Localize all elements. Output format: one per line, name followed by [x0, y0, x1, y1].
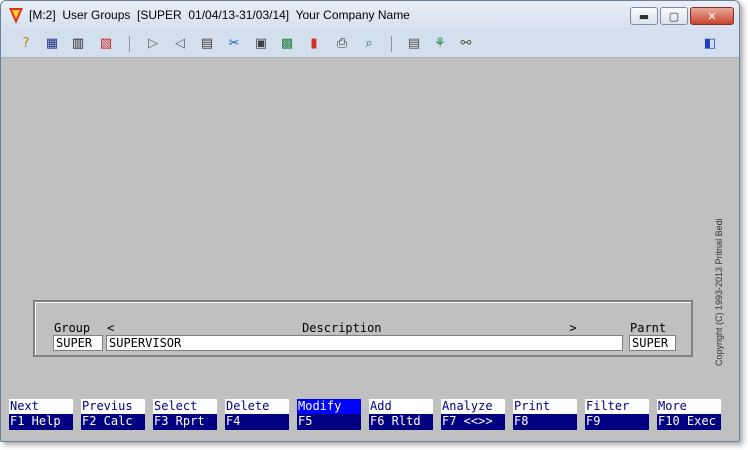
fkey-modify[interactable]: Modify F5 — [297, 399, 361, 431]
prev-arrow-icon[interactable]: ◁ — [171, 35, 189, 53]
fkey-action-label[interactable]: Analyze — [441, 399, 505, 414]
users-icon[interactable]: ⚯ — [457, 35, 475, 53]
fkey-action-label[interactable]: Select — [153, 399, 217, 414]
table-icon[interactable]: ▥ — [69, 35, 87, 53]
close-icon: ✕ — [707, 9, 717, 23]
next-arrow-icon[interactable]: ▷ — [144, 35, 162, 53]
copyright-text: Copyright (C) 1993-2013 Pritnal Bedi — [714, 218, 724, 366]
fkey-key-label[interactable]: F8 — [513, 414, 577, 430]
fkey-key-label[interactable]: F3 Rprt — [153, 414, 217, 430]
description-column-label: < Description > — [107, 321, 577, 335]
fkey-key-label[interactable]: F5 — [297, 414, 361, 430]
fkey-key-label[interactable]: F6 Rltd — [369, 414, 433, 430]
user-group-form: Group < Description > Parnt SUPER SUPERV… — [33, 300, 693, 357]
fkey-previus[interactable]: Previus F2 Calc — [81, 399, 145, 431]
fkey-delete[interactable]: Delete F4 — [225, 399, 289, 431]
parent-column-label: Parnt — [630, 321, 667, 335]
fkey-action-label[interactable]: Previus — [81, 399, 145, 414]
fkey-select[interactable]: Select F3 Rprt — [153, 399, 217, 431]
parent-field[interactable]: SUPER — [629, 335, 676, 351]
fkey-action-label[interactable]: Modify — [297, 399, 361, 414]
fkey-action-label[interactable]: Filter — [585, 399, 649, 414]
fkey-key-label[interactable]: F2 Calc — [81, 414, 145, 430]
fkey-key-label[interactable]: F1 Help — [9, 414, 73, 430]
bar-chart-icon[interactable]: ▮ — [305, 35, 323, 53]
title-bar[interactable]: [M:2] User Groups [SUPER 01/04/13-31/03/… — [1, 1, 739, 32]
settings-doc-icon[interactable]: ▤ — [198, 35, 216, 53]
fkey-add[interactable]: Add F6 Rltd — [369, 399, 433, 431]
minimize-icon: ▬ — [638, 9, 650, 23]
group-column-label: Group — [54, 321, 91, 335]
fkey-next[interactable]: Next F1 Help — [9, 399, 73, 431]
fkey-key-label[interactable]: F7 <<>> — [441, 414, 505, 430]
close-button[interactable]: ✕ — [690, 7, 734, 25]
printer-icon[interactable]: ⎙ — [333, 35, 351, 53]
grid-icon[interactable]: ▦ — [43, 35, 61, 53]
fkey-action-label[interactable]: Delete — [225, 399, 289, 414]
tree-icon[interactable]: ⚘ — [431, 35, 449, 53]
tools-icon[interactable]: ✂ — [225, 35, 243, 53]
chart-doc-icon[interactable]: ▧ — [97, 35, 115, 53]
window-title: [M:2] User Groups [SUPER 01/04/13-31/03/… — [29, 8, 410, 22]
function-key-bar: Next F1 Help Previus F2 Calc Select F3 Rprt De… — [7, 399, 731, 431]
description-field[interactable]: SUPERVISOR — [106, 335, 623, 351]
application-window: [M:2] User Groups [SUPER 01/04/13-31/03/… — [0, 0, 740, 442]
document-icon[interactable]: ▣ — [252, 35, 270, 53]
minimize-button[interactable]: ▬ — [630, 7, 658, 25]
fkey-key-label[interactable]: F10 Exec — [657, 414, 721, 430]
app-logo-icon — [9, 8, 23, 24]
fkey-action-label[interactable]: Add — [369, 399, 433, 414]
fkey-print[interactable]: Print F8 — [513, 399, 577, 431]
toolbar: ? ▦ ▥ ▧ ▷ ◁ ▤ ✂ ▣ ▩ ▮ ⎙ ⌕ ▤ ⚘ ⚯ ◧ — [1, 31, 739, 58]
clipboard-icon[interactable]: ▤ — [405, 35, 423, 53]
calculator-icon[interactable]: ▩ — [278, 35, 296, 53]
fkey-key-label[interactable]: F4 — [225, 414, 289, 430]
fkey-action-label[interactable]: More — [657, 399, 721, 414]
search-icon[interactable]: ⌕ — [360, 35, 378, 53]
exit-icon[interactable]: ◧ — [701, 35, 719, 53]
group-field[interactable]: SUPER — [53, 335, 103, 351]
fkey-action-label[interactable]: Print — [513, 399, 577, 414]
fkey-key-label[interactable]: F9 — [585, 414, 649, 430]
maximize-icon: ▢ — [668, 9, 680, 23]
fkey-analyze[interactable]: Analyze F7 <<>> — [441, 399, 505, 431]
toolbar-separator — [129, 36, 130, 52]
toolbar-separator — [391, 36, 392, 52]
maximize-button[interactable]: ▢ — [660, 7, 688, 25]
help-icon[interactable]: ? — [17, 35, 35, 53]
fkey-more[interactable]: More F10 Exec — [657, 399, 721, 431]
fkey-action-label[interactable]: Next — [9, 399, 73, 414]
fkey-filter[interactable]: Filter F9 — [585, 399, 649, 431]
